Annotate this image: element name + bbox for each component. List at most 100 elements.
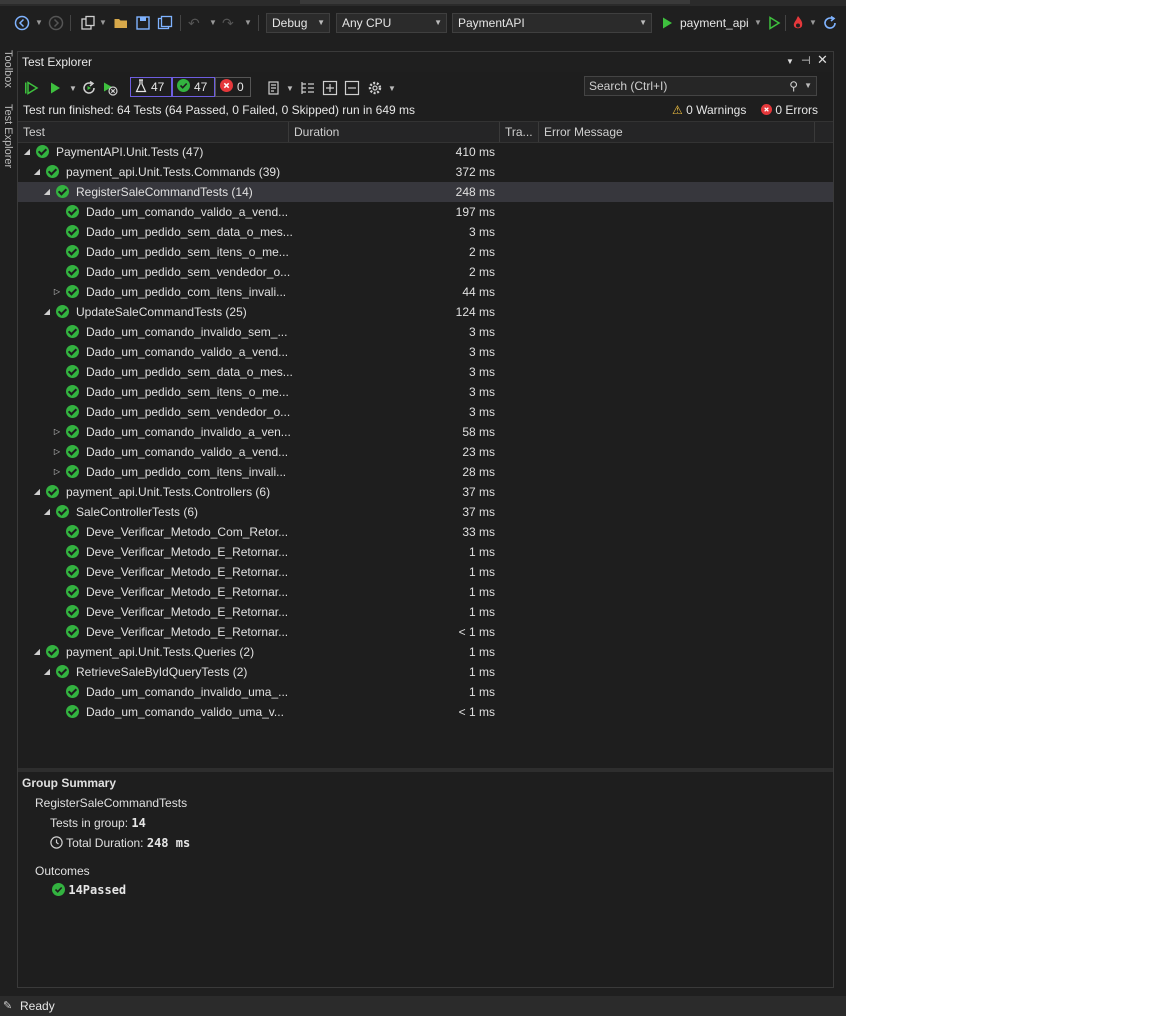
test-tree-row[interactable]: Dado_um_pedido_sem_vendedor_o... 3 ms	[18, 402, 833, 422]
test-tree-row[interactable]: Dado_um_comando_valido_a_vend... 3 ms	[18, 342, 833, 362]
test-explorer-tab[interactable]: Test Explorer	[0, 104, 16, 168]
expanded-arrow-icon[interactable]: ◢	[42, 662, 52, 682]
undo-icon[interactable]: ↶	[188, 14, 200, 32]
test-duration: 1 ms	[468, 605, 495, 619]
test-tree-row[interactable]: Deve_Verificar_Metodo_E_Retornar... 1 ms	[18, 542, 833, 562]
test-tree-row[interactable]: ◢ SaleControllerTests (6) 37 ms	[18, 502, 833, 522]
expanded-arrow-icon[interactable]: ◢	[32, 482, 42, 502]
restart-icon[interactable]	[822, 14, 838, 32]
column-header-test[interactable]: Test	[18, 122, 289, 142]
open-folder-icon[interactable]	[113, 14, 129, 32]
test-duration: 248 ms	[455, 185, 495, 199]
passed-icon	[66, 405, 79, 418]
collapsed-arrow-icon[interactable]: ▷	[52, 422, 62, 442]
test-tree-row[interactable]: Deve_Verificar_Metodo_E_Retornar... < 1 m…	[18, 622, 833, 642]
redo-icon[interactable]: ↷	[222, 14, 234, 32]
test-tree-row[interactable]: Deve_Verificar_Metodo_E_Retornar... 1 ms	[18, 602, 833, 622]
test-duration: 372 ms	[455, 165, 495, 179]
test-tree-row[interactable]: Dado_um_comando_invalido_sem_... 3 ms	[18, 322, 833, 342]
test-duration: 1 ms	[468, 665, 495, 679]
hot-reload-dropdown-icon[interactable]: ▼	[809, 14, 817, 32]
run-dropdown-icon[interactable]: ▼	[69, 79, 77, 97]
test-tree-row[interactable]: Dado_um_pedido_sem_itens_o_me... 3 ms	[18, 382, 833, 402]
total-tests-filter[interactable]: 47	[130, 77, 172, 97]
playlist-icon[interactable]	[266, 79, 282, 97]
settings-dropdown-icon[interactable]: ▼	[388, 79, 396, 97]
failed-tests-filter[interactable]: 0	[215, 77, 251, 97]
hot-reload-icon[interactable]	[790, 14, 806, 32]
test-tree-row[interactable]: ◢ RegisterSaleCommandTests (14) 248 ms	[18, 182, 833, 202]
start-without-debugging-icon[interactable]	[767, 14, 781, 32]
expanded-arrow-icon[interactable]: ◢	[32, 162, 42, 182]
back-icon[interactable]	[14, 14, 30, 32]
test-tree-row[interactable]: Dado_um_pedido_sem_itens_o_me... 2 ms	[18, 242, 833, 262]
repeat-last-run-icon[interactable]	[81, 79, 97, 97]
errors-indicator[interactable]: 0 Errors	[761, 103, 818, 117]
test-tree-row[interactable]: Dado_um_comando_valido_a_vend... 197 ms	[18, 202, 833, 222]
expanded-arrow-icon[interactable]: ◢	[22, 142, 32, 162]
column-header-duration[interactable]: Duration	[289, 122, 500, 142]
test-tree-row[interactable]: ▷ Dado_um_comando_invalido_a_ven... 58 ms	[18, 422, 833, 442]
outcome-passed[interactable]: 14Passed	[52, 883, 126, 897]
test-tree-row[interactable]: ◢ payment_api.Unit.Tests.Commands (39) 372…	[18, 162, 833, 182]
warnings-indicator[interactable]: ⚠ 0 Warnings	[672, 103, 746, 117]
run-failed-tests-icon[interactable]	[102, 79, 118, 97]
column-header-error-message[interactable]: Error Message	[539, 122, 815, 142]
test-tree-row[interactable]: Deve_Verificar_Metodo_E_Retornar... 1 ms	[18, 562, 833, 582]
back-dropdown-icon[interactable]: ▼	[35, 14, 43, 32]
test-tree-row[interactable]: ◢ RetrieveSaleByIdQueryTests (2) 1 ms	[18, 662, 833, 682]
test-tree-row[interactable]: ▷ Dado_um_pedido_com_itens_invali... 28 ms	[18, 462, 833, 482]
close-icon[interactable]: ✕	[817, 52, 828, 68]
test-tree-row[interactable]: ◢ UpdateSaleCommandTests (25) 124 ms	[18, 302, 833, 322]
save-all-icon[interactable]	[157, 14, 173, 32]
collapsed-arrow-icon[interactable]: ▷	[52, 462, 62, 482]
test-tree-row[interactable]: ◢ payment_api.Unit.Tests.Controllers (6) 3…	[18, 482, 833, 502]
passed-tests-filter[interactable]: 47	[172, 77, 215, 97]
undo-dropdown-icon[interactable]: ▼	[209, 14, 217, 32]
test-tree-row[interactable]: ◢ PaymentAPI.Unit.Tests (47) 410 ms	[18, 142, 833, 162]
test-tree-row[interactable]: Dado_um_comando_valido_uma_v... < 1 ms	[18, 702, 833, 722]
toolbox-tab[interactable]: Toolbox	[0, 50, 16, 88]
forward-icon[interactable]	[48, 14, 64, 32]
search-input[interactable]: Search (Ctrl+I) ⚲ ▼	[584, 76, 817, 96]
group-by-icon[interactable]	[300, 79, 316, 97]
startup-project-combo[interactable]: PaymentAPI ▼	[452, 13, 652, 33]
collapsed-arrow-icon[interactable]: ▷	[52, 282, 62, 302]
expanded-arrow-icon[interactable]: ◢	[42, 182, 52, 202]
test-tree-row[interactable]: ▷ Dado_um_pedido_com_itens_invali... 44 ms	[18, 282, 833, 302]
playlist-dropdown-icon[interactable]: ▼	[286, 79, 294, 97]
save-icon[interactable]	[135, 14, 151, 32]
test-tree-row[interactable]: Dado_um_pedido_sem_data_o_mes... 3 ms	[18, 362, 833, 382]
test-tree-row[interactable]: Dado_um_pedido_sem_data_o_mes... 3 ms	[18, 222, 833, 242]
test-tree-row[interactable]: ▷ Dado_um_comando_valido_a_vend... 23 ms	[18, 442, 833, 462]
run-all-tests-icon[interactable]	[24, 79, 40, 97]
expanded-arrow-icon[interactable]: ◢	[32, 642, 42, 662]
search-icon[interactable]: ⚲	[789, 77, 798, 95]
column-header-traits[interactable]: Tra...	[500, 122, 539, 142]
start-debugging-button[interactable]: payment_api	[680, 15, 749, 31]
test-tree-row[interactable]: Dado_um_pedido_sem_vendedor_o... 2 ms	[18, 262, 833, 282]
pin-icon[interactable]: ⊣	[801, 54, 811, 67]
test-name: Dado_um_comando_invalido_uma_...	[86, 685, 289, 699]
settings-gear-icon[interactable]	[367, 79, 383, 97]
expanded-arrow-icon[interactable]: ◢	[42, 502, 52, 522]
platform-combo[interactable]: Any CPU ▼	[336, 13, 447, 33]
search-options-dropdown-icon[interactable]: ▼	[804, 77, 812, 95]
test-tree-row[interactable]: Deve_Verificar_Metodo_Com_Retor... 33 ms	[18, 522, 833, 542]
new-project-icon[interactable]	[80, 14, 96, 32]
test-tree-row[interactable]: Dado_um_comando_invalido_uma_... 1 ms	[18, 682, 833, 702]
collapse-all-icon[interactable]	[344, 79, 360, 97]
expand-all-icon[interactable]	[322, 79, 338, 97]
new-project-dropdown-icon[interactable]: ▼	[99, 14, 107, 32]
passed-icon	[66, 385, 79, 398]
test-tree-row[interactable]: ◢ payment_api.Unit.Tests.Queries (2) 1 ms	[18, 642, 833, 662]
window-position-dropdown-icon[interactable]: ▼	[786, 57, 794, 66]
redo-dropdown-icon[interactable]: ▼	[244, 14, 252, 32]
start-debugging-icon[interactable]	[660, 14, 674, 32]
run-target-dropdown-icon[interactable]: ▼	[754, 14, 762, 32]
test-tree-row[interactable]: Deve_Verificar_Metodo_E_Retornar... 1 ms	[18, 582, 833, 602]
expanded-arrow-icon[interactable]: ◢	[42, 302, 52, 322]
collapsed-arrow-icon[interactable]: ▷	[52, 442, 62, 462]
run-icon[interactable]	[48, 79, 62, 97]
configuration-combo[interactable]: Debug ▼	[266, 13, 330, 33]
